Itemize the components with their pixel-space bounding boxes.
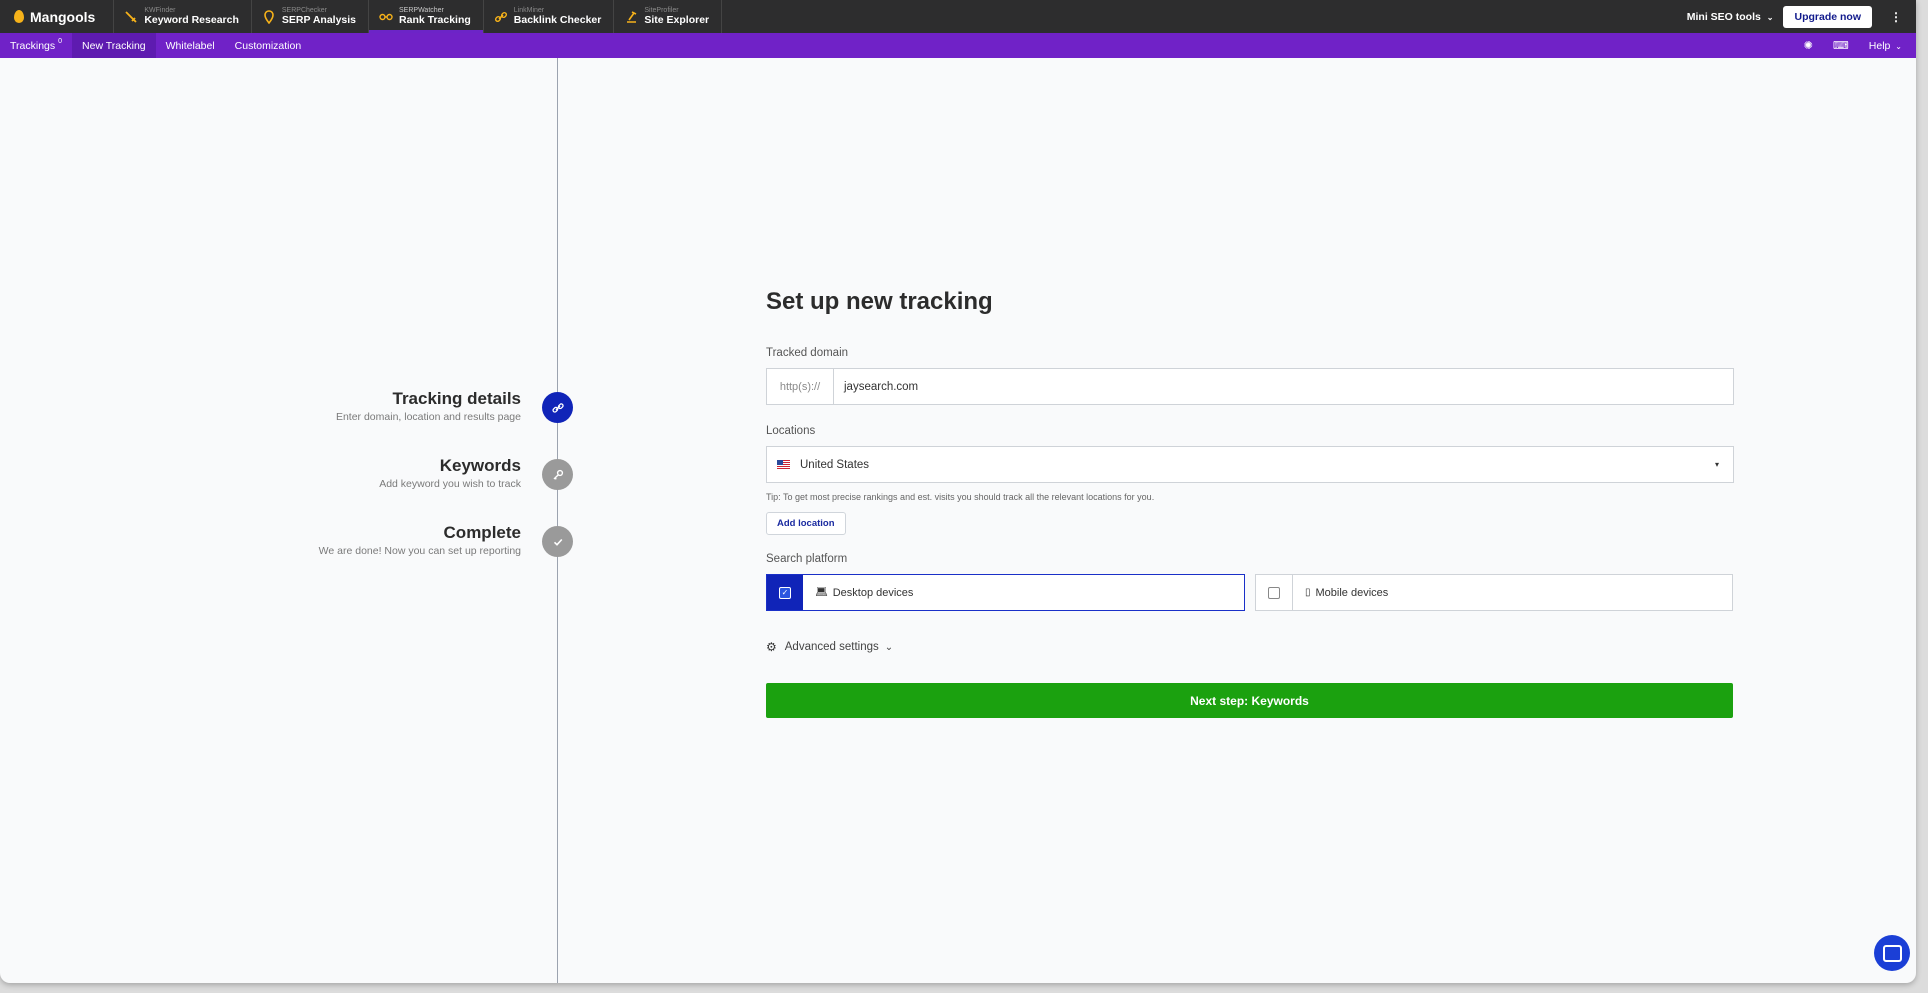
app-siteprofiler[interactable]: SiteProfiler Site Explorer <box>613 0 723 33</box>
nav-new-tracking-label: New Tracking <box>82 39 146 52</box>
app-window: Mangools KWFinder Keyword Research SERPC… <box>0 0 1916 983</box>
app-serpwatcher[interactable]: SERPWatcher Rank Tracking <box>368 0 483 33</box>
laptop-icon: 💻︎ <box>815 587 828 598</box>
us-flag-icon <box>777 460 790 469</box>
mangools-logo[interactable]: Mangools <box>0 0 113 33</box>
pin-icon <box>262 9 276 24</box>
location-tip: Tip: To get most precise rankings and es… <box>766 492 1155 502</box>
app-title: SERP Analysis <box>281 13 357 26</box>
advanced-settings-toggle[interactable]: ⚙ Advanced settings ⌄ <box>766 640 893 654</box>
tracked-domain-label: Tracked domain <box>766 347 849 359</box>
nav-trackings-label: Trackings <box>10 39 56 52</box>
add-location-button[interactable]: Add location <box>766 512 846 535</box>
upgrade-button[interactable]: Upgrade now <box>1783 5 1872 28</box>
settings-gear-icon[interactable]: ✺ <box>1794 39 1823 52</box>
caret-down-icon: ▾ <box>1714 460 1719 469</box>
step-keywords: Keywords Add keyword you wish to track <box>379 456 521 490</box>
chat-button[interactable] <box>1874 935 1910 971</box>
more-vertical-icon[interactable]: ⋮ <box>1890 10 1902 24</box>
top-navigation-bar: Mangools KWFinder Keyword Research SERPC… <box>0 0 1916 33</box>
advanced-settings-label: Advanced settings <box>784 641 879 653</box>
steps-divider <box>557 58 558 983</box>
trackings-count-badge: 0 <box>58 38 63 45</box>
step-description: Enter domain, location and results page <box>335 411 521 423</box>
help-menu[interactable]: Help ⌄ <box>1859 40 1916 52</box>
logo-icon <box>14 10 24 23</box>
page-title: Set up new tracking <box>766 288 993 315</box>
mobile-devices-option[interactable]: ▯ Mobile devices <box>1255 574 1733 611</box>
step-tracking-details: Tracking details Enter domain, location … <box>336 389 521 423</box>
protocol-prefix: http(s):// <box>767 369 834 404</box>
app-title: Keyword Research <box>144 13 239 26</box>
mobile-phone-icon: ▯ <box>1305 587 1311 598</box>
app-title: Backlink Checker <box>513 13 602 26</box>
keyboard-icon[interactable]: ⌨ <box>1823 39 1859 52</box>
location-value: United States <box>800 458 870 471</box>
app-linkminer[interactable]: LinkMiner Backlink Checker <box>482 0 614 33</box>
app-kwfinder[interactable]: KWFinder Keyword Research <box>113 0 251 33</box>
chat-icon <box>1882 944 1902 962</box>
location-select[interactable]: United States ▾ <box>766 446 1734 483</box>
desktop-devices-option[interactable]: ✓ 💻︎ Desktop devices <box>766 574 1245 611</box>
step-title: Complete <box>443 523 521 542</box>
app-serpchecker[interactable]: SERPChecker SERP Analysis <box>250 0 368 33</box>
desktop-devices-label: Desktop devices <box>832 586 914 599</box>
locations-label: Locations <box>766 425 816 437</box>
app-title: Rank Tracking <box>399 13 471 26</box>
keyword-icon <box>124 10 138 24</box>
nav-customization[interactable]: Customization <box>225 33 312 58</box>
step-description: We are done! Now you can set up reportin… <box>318 545 521 557</box>
mini-seo-tools-menu[interactable]: Mini SEO tools ⌄ <box>1687 11 1774 23</box>
step-complete: Complete We are done! Now you can set up… <box>319 523 521 557</box>
desktop-checkbox[interactable]: ✓ <box>779 586 791 599</box>
chevron-down-icon: ⌄ <box>1766 12 1774 22</box>
logo-text: Mangools <box>30 8 96 25</box>
tracked-domain-field[interactable]: http(s):// jaysearch.com <box>766 368 1734 405</box>
nav-customization-label: Customization <box>234 39 302 52</box>
secondary-navigation-bar: Trackings 0 New Tracking Whitelabel Cust… <box>0 33 1916 58</box>
link-icon <box>494 10 508 24</box>
mobile-devices-label: Mobile devices <box>1315 586 1389 599</box>
nav-trackings[interactable]: Trackings 0 <box>0 33 72 58</box>
chevron-down-icon: ⌄ <box>1895 41 1902 51</box>
app-title: Site Explorer <box>644 13 710 26</box>
check-icon <box>542 526 573 557</box>
nav-whitelabel[interactable]: Whitelabel <box>156 33 225 58</box>
nav-whitelabel-label: Whitelabel <box>165 39 215 52</box>
tracking-form: Set up new tracking Tracked domain http(… <box>766 288 1734 718</box>
next-step-button[interactable]: Next step: Keywords <box>766 683 1733 718</box>
chevron-down-icon: ⌄ <box>884 641 894 653</box>
mini-seo-tools-label: Mini SEO tools <box>1686 10 1761 23</box>
mobile-checkbox[interactable] <box>1268 586 1280 599</box>
help-label: Help <box>1868 39 1891 52</box>
step-title: Keywords <box>439 456 521 475</box>
search-platform-label: Search platform <box>766 553 848 565</box>
key-icon <box>542 459 573 490</box>
microscope-icon <box>624 10 638 24</box>
domain-input[interactable]: jaysearch.com <box>834 381 918 393</box>
link-icon <box>542 392 573 423</box>
step-title: Tracking details <box>392 389 522 408</box>
glasses-icon <box>379 10 393 24</box>
nav-new-tracking[interactable]: New Tracking <box>72 33 156 58</box>
gear-icon: ⚙ <box>766 640 777 654</box>
step-description: Add keyword you wish to track <box>379 478 521 490</box>
